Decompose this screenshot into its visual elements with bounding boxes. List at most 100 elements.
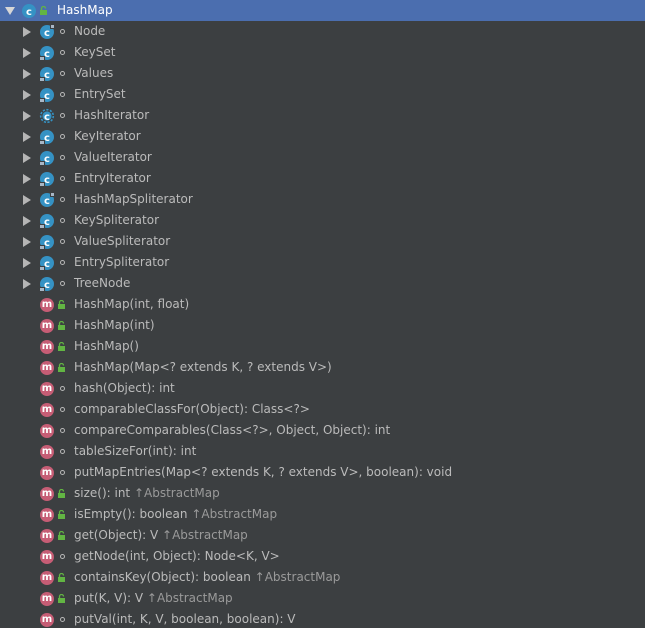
tree-item-label: size(): int ↑AbstractMap [74, 483, 220, 504]
tree-item-label: HashMap(int) [74, 315, 155, 336]
tree-item-label: EntrySpliterator [74, 255, 170, 269]
method-icon: m [40, 319, 54, 333]
public-lock-icon [58, 594, 65, 603]
final-class-icon: c [39, 235, 54, 250]
tree-item-method[interactable]: m HashMap() [0, 336, 645, 357]
public-lock-icon [40, 6, 47, 15]
collapsed-arrow-icon[interactable] [23, 258, 31, 268]
final-class-icon: c [39, 130, 54, 145]
tree-item-method[interactable]: m tableSizeFor(int): int [0, 441, 645, 462]
method-signature: HashMap() [74, 339, 139, 353]
tree-item-class[interactable]: c TreeNode [0, 273, 645, 294]
abstract-class-icon: c [39, 108, 55, 124]
method-signature: comparableClassFor(Object): Class<?> [74, 402, 310, 416]
tree-item-class[interactable]: c ValueSpliterator [0, 231, 645, 252]
tree-item-label: hash(Object): int [74, 378, 175, 399]
public-lock-icon [58, 300, 65, 309]
package-visibility-icon [60, 281, 65, 286]
tree-item-method[interactable]: m putMapEntries(Map<? extends K, ? extend… [0, 462, 645, 483]
tree-item-label: KeyIterator [74, 129, 141, 143]
tree-item-label: HashIterator [74, 108, 150, 122]
tree-item-class[interactable]: c Node [0, 21, 645, 42]
public-lock-icon [58, 321, 65, 330]
tree-item-class[interactable]: c KeySet [0, 42, 645, 63]
package-visibility-icon [60, 218, 65, 223]
tree-item-method[interactable]: m get(Object): V ↑AbstractMap [0, 525, 645, 546]
collapsed-arrow-icon[interactable] [23, 27, 31, 37]
method-icon: m [40, 403, 54, 417]
inherited-from-label: ↑AbstractMap [191, 507, 278, 521]
tree-item-label: putVal(int, K, V, boolean, boolean): V [74, 609, 296, 628]
method-signature: containsKey(Object): boolean [74, 570, 251, 584]
tree-item-class[interactable]: c ValueIterator [0, 147, 645, 168]
tree-item-method[interactable]: m HashMap(Map<? extends K, ? extends V>) [0, 357, 645, 378]
tree-item-method[interactable]: m containsKey(Object): boolean ↑AbstractM… [0, 567, 645, 588]
static-class-icon: c [40, 24, 55, 39]
method-icon: m [40, 487, 54, 501]
public-lock-icon [58, 489, 65, 498]
collapsed-arrow-icon[interactable] [23, 195, 31, 205]
expand-arrow-icon[interactable] [5, 7, 15, 15]
collapsed-arrow-icon[interactable] [23, 174, 31, 184]
tree-item-method[interactable]: m put(K, V): V ↑AbstractMap [0, 588, 645, 609]
collapsed-arrow-icon[interactable] [23, 90, 31, 100]
package-visibility-icon [60, 449, 65, 454]
package-visibility-icon [60, 407, 65, 412]
tree-item-label: EntrySet [74, 87, 126, 101]
tree-item-method[interactable]: m isEmpty(): boolean ↑AbstractMap [0, 504, 645, 525]
tree-item-method[interactable]: m getNode(int, Object): Node<K, V> [0, 546, 645, 567]
collapsed-arrow-icon[interactable] [23, 111, 31, 121]
package-visibility-icon [60, 71, 65, 76]
tree-item-method[interactable]: m hash(Object): int [0, 378, 645, 399]
collapsed-arrow-icon[interactable] [23, 216, 31, 226]
svg-text:c: c [44, 112, 50, 123]
tree-item-class[interactable]: c EntryIterator [0, 168, 645, 189]
method-signature: putVal(int, K, V, boolean, boolean): V [74, 612, 296, 626]
tree-item-class[interactable]: c KeySpliterator [0, 210, 645, 231]
nested-classes-list: c Node c KeySet c Values c EntrySet c HashIterato… [0, 21, 645, 294]
tree-root-hashmap[interactable]: c HashMap [0, 0, 645, 21]
package-visibility-icon [60, 134, 65, 139]
methods-list: m HashMap(int, float) m HashMap(int) m HashMa… [0, 294, 645, 628]
tree-item-class[interactable]: c KeyIterator [0, 126, 645, 147]
inherited-from-label: ↑AbstractMap [133, 486, 220, 500]
tree-item-method[interactable]: m HashMap(int) [0, 315, 645, 336]
final-class-icon: c [39, 256, 54, 271]
tree-item-label: ValueIterator [74, 150, 152, 164]
package-visibility-icon [60, 260, 65, 265]
method-signature: putMapEntries(Map<? extends K, ? extends… [74, 465, 453, 479]
collapsed-arrow-icon[interactable] [23, 48, 31, 58]
package-visibility-icon [60, 176, 65, 181]
tree-item-label: HashMapSpliterator [74, 192, 193, 206]
collapsed-arrow-icon[interactable] [23, 69, 31, 79]
final-class-icon: c [39, 151, 54, 166]
tree-item-class[interactable]: c HashMapSpliterator [0, 189, 645, 210]
package-visibility-icon [60, 617, 65, 622]
tree-item-method[interactable]: m comparableClassFor(Object): Class<?> [0, 399, 645, 420]
tree-item-class[interactable]: c HashIterator [0, 105, 645, 126]
method-icon: m [40, 571, 54, 585]
tree-item-method[interactable]: m putVal(int, K, V, boolean, boolean): V [0, 609, 645, 628]
public-lock-icon [58, 510, 65, 519]
method-signature: HashMap(int) [74, 318, 155, 332]
tree-item-label: KeySpliterator [74, 213, 160, 227]
inherited-from-label: ↑AbstractMap [146, 591, 233, 605]
tree-item-method[interactable]: m compareComparables(Class<?>, Object, Ob… [0, 420, 645, 441]
tree-item-label: containsKey(Object): boolean ↑AbstractMa… [74, 567, 340, 588]
tree-item-method[interactable]: m HashMap(int, float) [0, 294, 645, 315]
tree-item-class[interactable]: c EntrySpliterator [0, 252, 645, 273]
public-lock-icon [58, 531, 65, 540]
package-visibility-icon [60, 92, 65, 97]
package-visibility-icon [60, 386, 65, 391]
svg-text:c: c [26, 7, 32, 18]
tree-item-method[interactable]: m size(): int ↑AbstractMap [0, 483, 645, 504]
collapsed-arrow-icon[interactable] [23, 153, 31, 163]
package-visibility-icon [60, 470, 65, 475]
collapsed-arrow-icon[interactable] [23, 132, 31, 142]
collapsed-arrow-icon[interactable] [23, 279, 31, 289]
collapsed-arrow-icon[interactable] [23, 237, 31, 247]
tree-item-class[interactable]: c EntrySet [0, 84, 645, 105]
tree-item-class[interactable]: c Values [0, 63, 645, 84]
tree-item-label: TreeNode [74, 276, 131, 290]
tree-item-label: ValueSpliterator [74, 234, 171, 248]
